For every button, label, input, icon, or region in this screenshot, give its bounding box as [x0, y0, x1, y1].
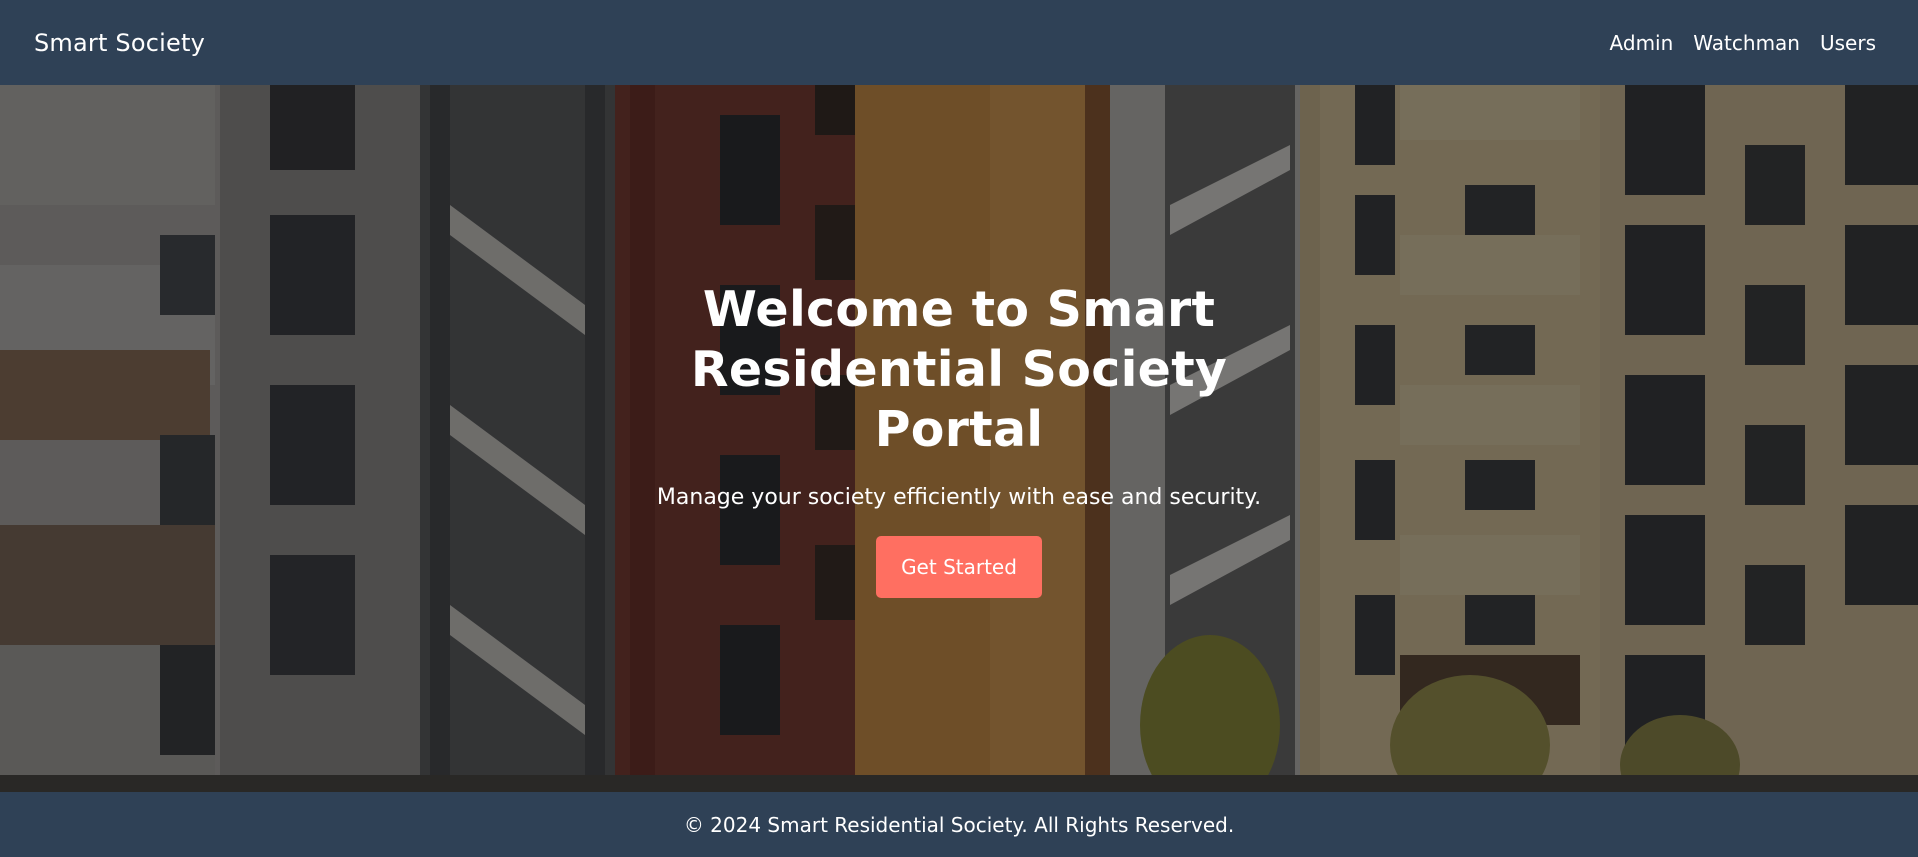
footer-copyright: © 2024 Smart Residential Society. All Ri… [683, 812, 1235, 837]
nav-link-watchman[interactable]: Watchman [1693, 31, 1800, 55]
get-started-button[interactable]: Get Started [876, 535, 1042, 598]
hero-section: Welcome to Smart Residential Society Por… [0, 85, 1918, 792]
page-footer: © 2024 Smart Residential Society. All Ri… [0, 792, 1918, 857]
hero-title: Welcome to Smart Residential Society Por… [690, 280, 1228, 458]
top-navbar: Smart Society Admin Watchman Users [0, 0, 1918, 85]
hero-content: Welcome to Smart Residential Society Por… [0, 85, 1918, 792]
nav-link-users[interactable]: Users [1820, 31, 1876, 55]
brand-logo-text[interactable]: Smart Society [34, 29, 205, 57]
hero-subtitle: Manage your society efficiently with eas… [656, 484, 1262, 510]
nav-links: Admin Watchman Users [1610, 31, 1884, 55]
nav-link-admin[interactable]: Admin [1610, 31, 1674, 55]
